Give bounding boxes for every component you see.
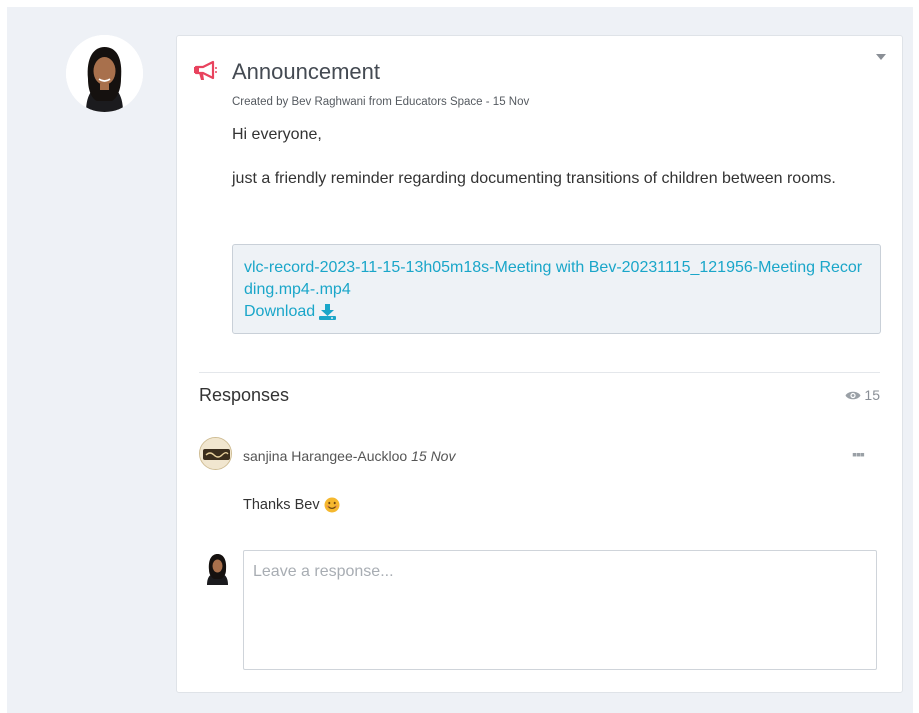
attachment-box: vlc-record-2023-11-15-13h05m18s-Meeting … (232, 244, 881, 334)
response-text-content: Thanks Bev (243, 497, 320, 513)
current-user-avatar (204, 552, 231, 585)
download-link[interactable]: Download (244, 301, 337, 323)
post-title: Announcement (232, 59, 380, 84)
megaphone-icon (194, 60, 217, 80)
more-dots-icon[interactable]: ▪▪▪ (852, 446, 865, 462)
eye-icon (845, 391, 861, 399)
response-author-name: sanjina Harangee-Auckloo (243, 448, 408, 464)
response-date: 15 Nov (411, 448, 456, 464)
view-count-value: 15 (864, 387, 880, 403)
attachment-filename-link[interactable]: vlc-record-2023-11-15-13h05m18s-Meeting … (244, 257, 869, 301)
post-meta: Created by Bev Raghwani from Educators S… (232, 96, 530, 108)
chevron-down-icon[interactable] (876, 54, 886, 60)
response-author: sanjina Harangee-Auckloo 15 Nov (243, 448, 455, 464)
announcement-card: Announcement Created by Bev Raghwani fro… (176, 35, 903, 693)
post-body: Hi everyone, just a friendly reminder re… (232, 124, 872, 190)
responses-heading: Responses (199, 385, 290, 405)
download-icon (319, 304, 337, 320)
download-label: Download (244, 303, 316, 320)
author-avatar[interactable] (66, 35, 143, 112)
response-input[interactable] (243, 550, 877, 670)
smile-emoji-icon (324, 497, 340, 513)
post-body-message: just a friendly reminder regarding docum… (232, 170, 836, 187)
response-text: Thanks Bev (243, 497, 340, 513)
response-author-avatar[interactable] (199, 437, 232, 470)
post-body-greeting: Hi everyone, (232, 126, 322, 143)
divider (199, 372, 880, 373)
view-count: 15 (845, 387, 880, 403)
